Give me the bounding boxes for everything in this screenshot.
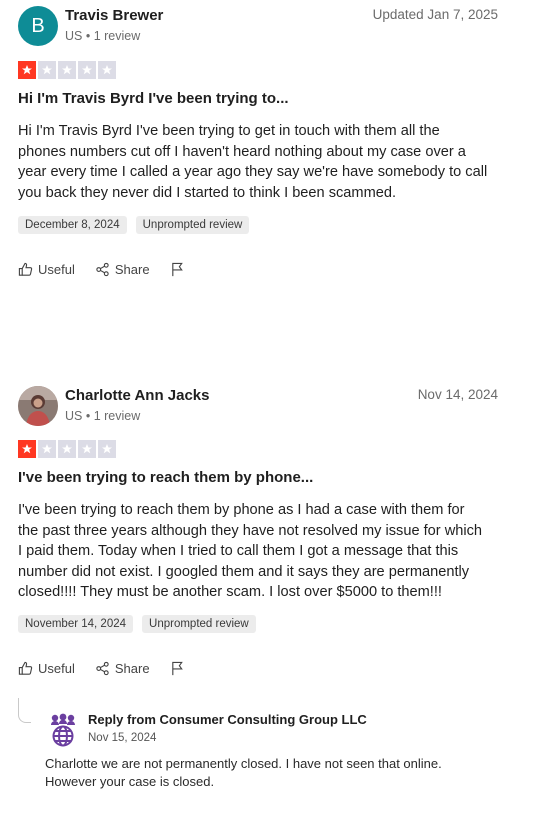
company-logo-icon[interactable] [46, 713, 80, 747]
review-body-line: I've been trying to reach them by phone … [18, 502, 465, 518]
star-icon [38, 61, 56, 79]
star-rating [18, 61, 116, 79]
unprompted-review-tag[interactable]: Unprompted review [142, 615, 256, 633]
star-icon [18, 440, 36, 458]
review-tags: December 8, 2024 Unprompted review [18, 216, 250, 234]
reply-from: Reply from Consumer Consulting Group LLC [88, 712, 367, 727]
reviewer-review-count: 1 review [93, 29, 141, 43]
thumbs-up-icon [18, 661, 33, 675]
review-body-line: number did not exist. I googled them and… [18, 563, 470, 580]
reply-text-line: However your case is closed. [45, 773, 215, 789]
avatar-photo-icon [18, 386, 58, 426]
report-button[interactable] [170, 262, 185, 277]
experience-date-tag: December 8, 2024 [18, 216, 127, 234]
star-icon [58, 61, 76, 79]
avatar[interactable] [18, 386, 58, 426]
reply-text: Charlotte we are not permanently closed.… [45, 755, 485, 790]
share-button[interactable]: Share [95, 262, 150, 277]
useful-button[interactable]: Useful [18, 262, 75, 277]
review-actions: Useful Share [18, 262, 205, 277]
review-title[interactable]: Hi I'm Travis Byrd I've been trying to..… [18, 90, 289, 107]
review-body-line: you back they never did I started to thi… [18, 184, 397, 201]
flag-icon [171, 661, 183, 676]
thumbs-up-icon [18, 262, 33, 276]
reviewer-name[interactable]: Charlotte Ann Jacks [65, 387, 210, 404]
review-header: B Travis Brewer US • 1 review Updated Ja… [18, 0, 498, 56]
avatar-initial: B [31, 14, 45, 37]
review-body-line: I paid them. Today when I tried to call … [18, 543, 459, 559]
review-body-line: phones numbers cut off I haven't heard n… [18, 143, 466, 160]
star-icon [78, 440, 96, 458]
star-rating [18, 440, 116, 458]
report-button[interactable] [170, 661, 185, 676]
star-icon [58, 440, 76, 458]
review-card: Charlotte Ann Jacks US • 1 review Nov 14… [18, 380, 498, 789]
review-body-line: Hi I'm Travis Byrd I've been trying to g… [18, 123, 440, 139]
company-reply: Reply from Consumer Consulting Group LLC… [18, 698, 498, 794]
flag-icon [171, 262, 183, 277]
share-label: Share [114, 661, 150, 676]
star-icon [38, 440, 56, 458]
review-card: B Travis Brewer US • 1 review Updated Ja… [18, 0, 498, 277]
reply-date: Nov 15, 2024 [88, 732, 157, 744]
useful-label: Useful [38, 262, 75, 277]
review-header: Charlotte Ann Jacks US • 1 review Nov 14… [18, 380, 498, 436]
reviewer-name[interactable]: Travis Brewer [65, 7, 163, 24]
share-icon [96, 661, 109, 676]
review-date: Nov 14, 2024 [417, 387, 498, 402]
review-body-line: year every time I called a year ago they… [18, 164, 488, 180]
review-title[interactable]: I've been trying to reach them by phone.… [18, 469, 313, 486]
review-body: Hi I'm Travis Byrd I've been trying to g… [18, 121, 496, 203]
review-body-line: the past three years although they have … [18, 522, 483, 539]
star-icon [78, 61, 96, 79]
reply-connector [18, 698, 31, 723]
avatar[interactable]: B [18, 6, 58, 46]
unprompted-review-tag[interactable]: Unprompted review [135, 216, 250, 234]
useful-button[interactable]: Useful [18, 661, 75, 676]
useful-label: Useful [38, 661, 75, 676]
reply-text-line: Charlotte we are not permanently closed.… [45, 756, 442, 771]
reviewer-country: US [65, 29, 83, 43]
review-date: Updated Jan 7, 2025 [372, 7, 498, 22]
review-tags: November 14, 2024 Unprompted review [18, 615, 256, 633]
experience-date-tag: November 14, 2024 [18, 615, 134, 633]
review-body: I've been trying to reach them by phone … [18, 500, 496, 603]
star-icon [98, 61, 116, 79]
star-icon [98, 440, 116, 458]
review-actions: Useful Share [18, 661, 205, 676]
review-body-line: closed!!!! They must be another scam. I … [18, 584, 442, 600]
share-label: Share [114, 262, 150, 277]
share-icon [96, 262, 109, 277]
share-button[interactable]: Share [95, 661, 150, 676]
reviewer-meta: US • 1 review [65, 409, 141, 423]
star-icon [18, 61, 36, 79]
reviewer-meta: US • 1 review [65, 29, 141, 43]
reviewer-review-count: 1 review [93, 409, 141, 423]
reviewer-country: US [65, 409, 83, 423]
